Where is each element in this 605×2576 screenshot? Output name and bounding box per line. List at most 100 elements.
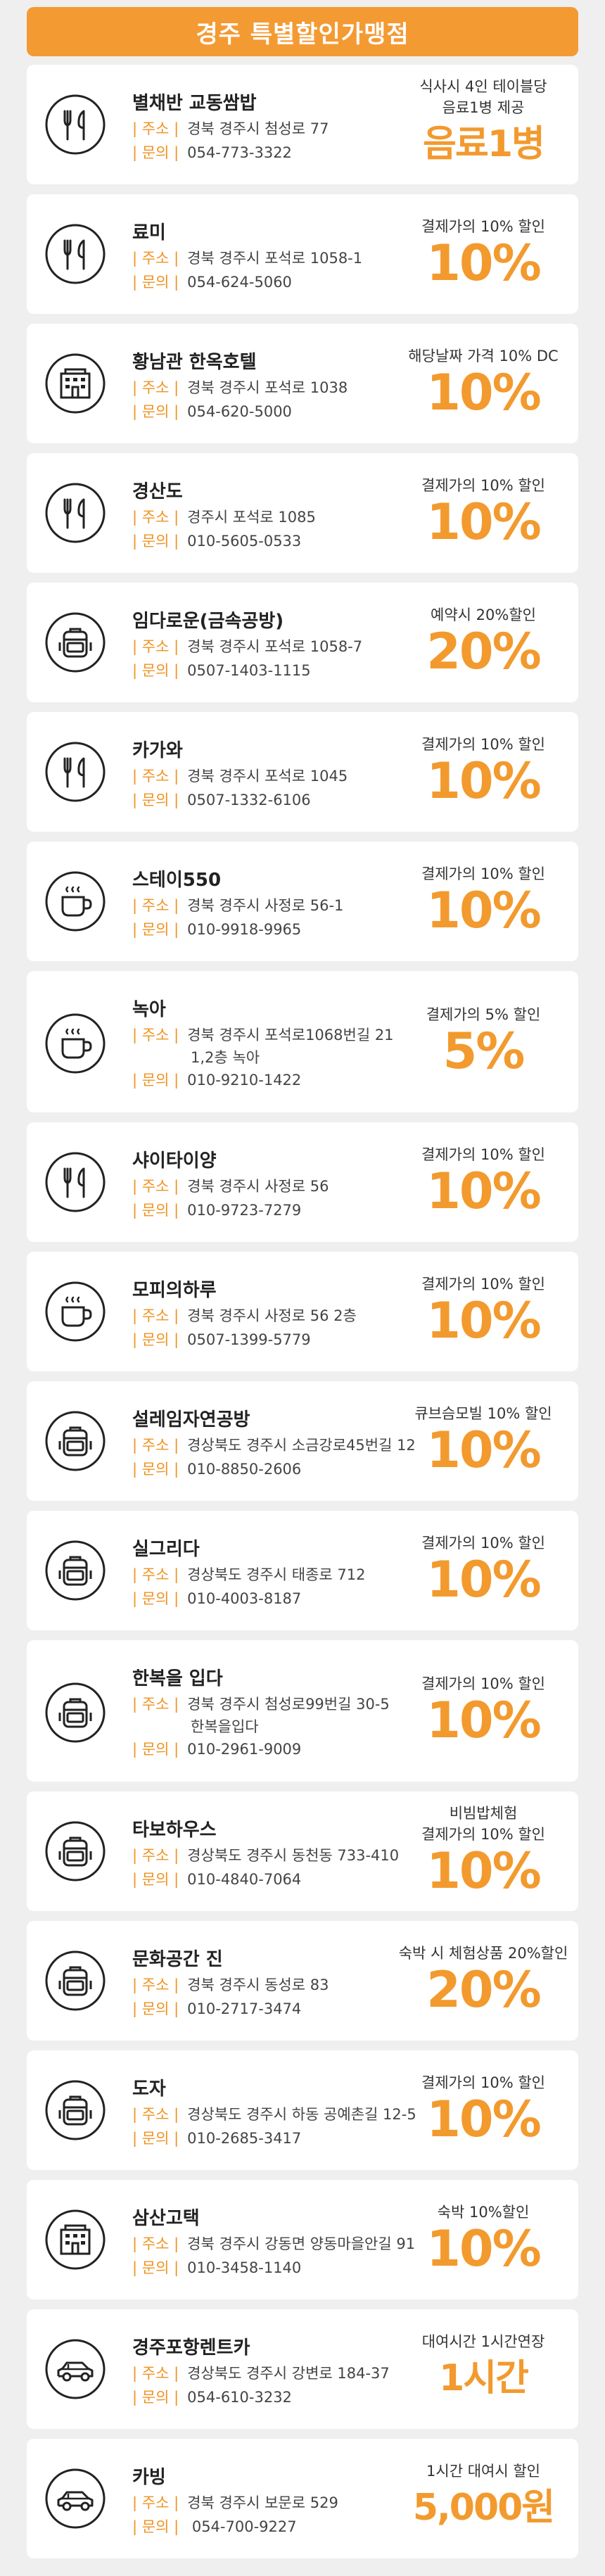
store-name: 녹아 (132, 999, 166, 1020)
store-card[interactable]: 한복을 입다 | 주소 | 경북 경주시 첨성로99번길 30-5 한복을입다 | 문의… (27, 1640, 578, 1782)
store-phone[interactable]: | 문의 | 010-9723-7279 (132, 1199, 301, 1220)
benefit-block: 결제가의 10% 할인 10% (388, 1144, 578, 1217)
store-card[interactable]: 료미 | 주소 | 경북 경주시 포석로 1058-1 | 문의 | 054-624-5… (27, 194, 578, 314)
benefit-description: 대여시간 1시간연장 (421, 2333, 545, 2350)
address-label: | 주소 | (132, 1977, 179, 1993)
phone-value[interactable]: 010-4003-8187 (187, 1590, 301, 1607)
store-phone[interactable]: | 문의 | 054-773-3322 (132, 141, 292, 163)
store-phone[interactable]: | 문의 | 0507-1332-6106 (132, 789, 311, 810)
store-card[interactable]: 설레임자연공방 | 주소 | 경상북도 경주시 소금강로45번길 12 | 문의 | 0… (27, 1381, 578, 1501)
benefit-highlight: 10% (426, 234, 542, 292)
phone-value[interactable]: 010-2717-3474 (187, 2000, 301, 2017)
phone-value[interactable]: 010-3458-1140 (187, 2259, 301, 2276)
store-phone[interactable]: | 문의 | 054-700-9227 (132, 2515, 297, 2537)
phone-label: | 문의 | (132, 2389, 179, 2406)
benefit-description: 비빔밥체험 (449, 1805, 518, 1822)
store-phone[interactable]: | 문의 | 010-4840-7064 (132, 1868, 301, 1889)
phone-value[interactable]: 054-620-5000 (187, 403, 292, 420)
phone-value[interactable]: 054-610-3232 (187, 2389, 292, 2406)
phone-value[interactable]: 010-9723-7279 (187, 1202, 301, 1219)
store-card[interactable]: 스테이550 | 주소 | 경북 경주시 사정로 56-1 | 문의 | 010-991… (27, 842, 578, 961)
coffee-icon (44, 1013, 106, 1074)
store-card[interactable]: 녹아 | 주소 | 경북 경주시 포석로1068번길 21 1,2층 녹아 | 문의 |… (27, 971, 578, 1112)
address-label: | 주소 | (132, 1027, 179, 1043)
coffee-icon (44, 1281, 106, 1343)
phone-label: | 문의 | (132, 1331, 179, 1348)
store-phone[interactable]: | 문의 | 0507-1399-5779 (132, 1328, 311, 1350)
benefit-block: 숙박 시 체험상품 20%할인 20% (388, 1943, 578, 2016)
store-phone[interactable]: | 문의 | 010-9918-9965 (132, 918, 301, 939)
address-value: 경상북도 경주시 강변로 184-37 (187, 2365, 390, 2382)
address-label: | 주소 | (132, 638, 179, 655)
utensils-icon (44, 223, 106, 285)
store-phone[interactable]: | 문의 | 010-2685-3417 (132, 2127, 301, 2148)
store-card[interactable]: 모피의하루 | 주소 | 경북 경주시 사정로 56 2층 | 문의 | 0507-13… (27, 1252, 578, 1371)
benefit-highlight: 20% (426, 1961, 542, 2019)
phone-value[interactable]: 054-773-3322 (187, 144, 292, 161)
benefit-highlight: 10% (426, 493, 542, 551)
phone-label: | 문의 | (132, 792, 179, 808)
benefit-block: 예약시 20%할인 20% (388, 604, 578, 678)
phone-value[interactable]: 054-700-9227 (187, 2518, 297, 2535)
address-value: 경상북도 경주시 하동 공예촌길 12-5 (187, 2106, 416, 2123)
store-address: | 주소 | 경상북도 경주시 동천동 733-410 (132, 1844, 399, 1865)
phone-label: | 문의 | (132, 144, 179, 161)
store-card[interactable]: 도자 | 주소 | 경상북도 경주시 하동 공예촌길 12-5 | 문의 | 010-2… (27, 2050, 578, 2170)
store-card[interactable]: 문화공간 진 | 주소 | 경북 경주시 동성로 83 | 문의 | 010-2717-… (27, 1921, 578, 2041)
store-card[interactable]: 샤이타이양 | 주소 | 경북 경주시 사정로 56 | 문의 | 010-9723-7… (27, 1122, 578, 1242)
store-phone[interactable]: | 문의 | 010-2961-9009 (132, 1738, 301, 1759)
store-phone[interactable]: | 문의 | 054-620-5000 (132, 400, 292, 421)
benefit-block: 해당날짜 가격 10% DC 10% (388, 345, 578, 419)
store-card[interactable]: 별채반 교동쌈밥 | 주소 | 경북 경주시 첨성로 77 | 문의 | 054-773… (27, 65, 578, 184)
store-card[interactable]: 실그리다 | 주소 | 경상북도 경주시 태종로 712 | 문의 | 010-4003… (27, 1511, 578, 1630)
store-phone[interactable]: | 문의 | 054-610-3232 (132, 2386, 292, 2407)
phone-value[interactable]: 0507-1332-6106 (187, 792, 311, 808)
benefit-block: 결제가의 10% 할인 10% (388, 475, 578, 548)
store-card[interactable]: 타보하우스 | 주소 | 경상북도 경주시 동천동 733-410 | 문의 | 010… (27, 1791, 578, 1911)
store-card[interactable]: 카가와 | 주소 | 경북 경주시 포석로 1045 | 문의 | 0507-1332-… (27, 712, 578, 832)
store-card[interactable]: 임다로운(금속공방) | 주소 | 경북 경주시 포석로 1058-7 | 문의 | 0… (27, 583, 578, 702)
benefit-highlight: 10% (426, 882, 542, 939)
store-phone[interactable]: | 문의 | 054-624-5060 (132, 271, 292, 292)
store-name: 카빙 (132, 2467, 166, 2488)
phone-value[interactable]: 010-9210-1422 (187, 1072, 301, 1089)
phone-value[interactable]: 0507-1399-5779 (187, 1331, 311, 1348)
store-card[interactable]: 경주포항렌트카 | 주소 | 경상북도 경주시 강변로 184-37 | 문의 | 05… (27, 2309, 578, 2429)
store-card[interactable]: 카빙 | 주소 | 경북 경주시 보문로 529 | 문의 | 054-700-922… (27, 2439, 578, 2558)
phone-label: | 문의 | (132, 1590, 179, 1607)
store-phone[interactable]: | 문의 | 010-3458-1140 (132, 2257, 301, 2278)
address-value: 경북 경주시 동성로 83 (187, 1977, 329, 1993)
address-label: | 주소 | (132, 2235, 179, 2252)
benefit-highlight: 5,000원 (412, 2487, 555, 2529)
store-phone[interactable]: | 문의 | 010-9210-1422 (132, 1069, 301, 1090)
benefit-block: 비빔밥체험 결제가의 10% 할인 10% (388, 1803, 578, 1897)
phone-label: | 문의 | (132, 2130, 179, 2147)
backpack-icon (44, 1682, 106, 1744)
benefit-block: 대여시간 1시간연장 1시간 (388, 2331, 578, 2404)
store-card[interactable]: 삼산고택 | 주소 | 경북 경주시 강동면 양동마을안길 91 | 문의 | 010-… (27, 2180, 578, 2299)
store-name: 모피의하루 (132, 1280, 217, 1301)
store-phone[interactable]: | 문의 | 010-5605-0533 (132, 530, 301, 551)
phone-value[interactable]: 0507-1403-1115 (187, 662, 311, 679)
store-card[interactable]: 황남관 한옥호텔 | 주소 | 경북 경주시 포석로 1038 | 문의 | 054-6… (27, 324, 578, 443)
address-value: 경상북도 경주시 동천동 733-410 (187, 1847, 400, 1864)
address-label: | 주소 | (132, 1847, 179, 1864)
store-phone[interactable]: | 문의 | 0507-1403-1115 (132, 659, 311, 680)
store-phone[interactable]: | 문의 | 010-8850-2606 (132, 1458, 301, 1479)
store-card[interactable]: 경산도 | 주소 | 경주시 포석로 1085 | 문의 | 010-5605-0533… (27, 453, 578, 573)
phone-label: | 문의 | (132, 274, 179, 291)
store-address: | 주소 | 경북 경주시 동성로 83 (132, 1974, 329, 1995)
phone-value[interactable]: 010-9918-9965 (187, 921, 301, 938)
phone-value[interactable]: 010-8850-2606 (187, 1461, 301, 1478)
benefit-highlight: 10% (426, 1692, 542, 1749)
store-phone[interactable]: | 문의 | 010-4003-8187 (132, 1587, 301, 1609)
store-phone[interactable]: | 문의 | 010-2717-3474 (132, 1998, 301, 2019)
benefit-highlight: 5% (442, 1022, 526, 1080)
phone-value[interactable]: 010-2685-3417 (187, 2130, 301, 2147)
phone-value[interactable]: 010-4840-7064 (187, 1871, 301, 1888)
store-address: | 주소 | 경상북도 경주시 태종로 712 (132, 1563, 365, 1585)
phone-value[interactable]: 054-624-5060 (187, 274, 292, 291)
phone-value[interactable]: 010-5605-0533 (187, 533, 301, 550)
phone-value[interactable]: 010-2961-9009 (187, 1741, 301, 1758)
address-label: | 주소 | (132, 897, 179, 914)
